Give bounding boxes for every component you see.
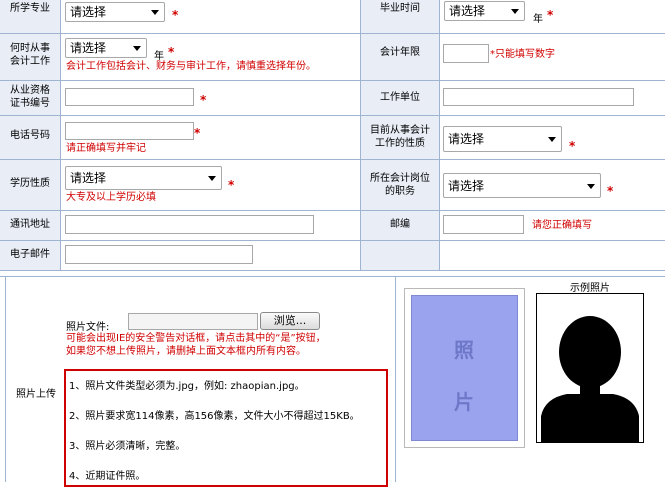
zip-note: 请您正确填写 — [532, 220, 592, 231]
employer-input[interactable] — [443, 88, 634, 106]
edu-nature-select[interactable]: 请选择 — [65, 166, 222, 190]
photo-rule-1: 1、照片文件类型必须为.jpg，例如: zhaopian.jpg。 — [69, 381, 305, 392]
required-mark: * — [172, 8, 179, 22]
photo-file-input[interactable] — [128, 313, 258, 330]
required-mark: * — [194, 126, 201, 140]
work-years-select-value: 请选择 — [70, 41, 107, 55]
photo-preview-placeholder: 照 片 — [411, 295, 518, 441]
photo-file-label: 照片文件: — [66, 322, 110, 333]
chevron-down-icon — [151, 10, 159, 15]
photo-warning-line1: 可能会出现IE的安全警告对话框，请点击其中的“是”按钮， — [66, 333, 326, 344]
grad-time-label: 毕业时间 — [380, 3, 420, 14]
phone-label: 电话号码 — [10, 130, 50, 141]
job-nature-label: 目前从事会计工作的性质 — [370, 125, 430, 149]
accounting-years-note: *只能填写数字 — [490, 49, 555, 60]
photo-rule-3: 3、照片必须清晰，完整。 — [69, 441, 186, 452]
edu-nature-note: 大专及以上学历必填 — [66, 192, 156, 203]
grad-year-unit: 年 — [533, 14, 543, 25]
sample-photo-title: 示例照片 — [570, 283, 610, 294]
grad-time-select[interactable]: 请选择 — [444, 1, 525, 21]
email-input[interactable] — [65, 245, 253, 264]
job-nature-select[interactable]: 请选择 — [443, 126, 562, 152]
accounting-years-label: 会计年限 — [380, 47, 420, 58]
position-select-value: 请选择 — [448, 179, 485, 193]
address-input[interactable] — [65, 215, 314, 234]
photo-preview-frame: 照 片 — [404, 288, 525, 448]
sample-photo — [536, 293, 644, 443]
job-nature-select-value: 请选择 — [448, 132, 485, 146]
person-silhouette-icon — [541, 316, 639, 442]
grad-time-select-value: 请选择 — [449, 4, 486, 18]
work-years-label: 何时从事会计工作 — [10, 43, 50, 67]
edu-nature-select-value: 请选择 — [70, 171, 107, 185]
photo-rules-box: 1、照片文件类型必须为.jpg，例如: zhaopian.jpg。 2、照片要求… — [64, 369, 388, 487]
position-select[interactable]: 请选择 — [443, 173, 601, 198]
photo-warning-line2: 如果您不想上传照片，请删掉上面文本框内所有内容。 — [66, 346, 306, 357]
chevron-down-icon — [587, 184, 595, 189]
required-mark: * — [547, 8, 554, 22]
email-label: 电子邮件 — [10, 249, 50, 260]
photo-rule-4: 4、近期证件照。 — [69, 471, 146, 482]
browse-button[interactable]: 浏览... — [260, 312, 320, 330]
zip-label: 邮编 — [390, 219, 410, 230]
work-years-note: 会计工作包括会计、财务与审计工作，请慎重选择年份。 — [66, 61, 316, 72]
edu-nature-label: 学历性质 — [10, 178, 50, 189]
browse-button-label: 浏览... — [273, 314, 307, 327]
phone-note: 请正确填写并牢记 — [66, 143, 146, 154]
required-mark: * — [168, 45, 175, 59]
chevron-down-icon — [133, 46, 141, 51]
cert-no-label: 从业资格证书编号 — [10, 85, 50, 109]
chevron-down-icon — [511, 9, 519, 14]
chevron-down-icon — [548, 137, 556, 142]
major-select-value: 请选择 — [70, 5, 107, 19]
photo-rule-2: 2、照片要求宽114像素，高156像素，文件大小不得超过15KB。 — [69, 411, 360, 422]
required-mark: * — [200, 93, 207, 107]
major-label: 所学专业 — [10, 3, 50, 14]
cert-no-input[interactable] — [65, 88, 194, 106]
major-select[interactable]: 请选择 — [65, 2, 165, 22]
required-mark: * — [228, 178, 235, 192]
chevron-down-icon — [208, 176, 216, 181]
work-years-select[interactable]: 请选择 — [65, 38, 147, 58]
zip-input[interactable] — [443, 215, 524, 234]
phone-input[interactable] — [65, 122, 194, 140]
work-year-unit: 年 — [154, 51, 164, 62]
address-label: 通讯地址 — [10, 219, 50, 230]
employer-label: 工作单位 — [380, 92, 420, 103]
position-label: 所在会计岗位的职务 — [370, 173, 430, 197]
required-mark: * — [569, 139, 576, 153]
photo-section-label: 照片上传 — [16, 389, 56, 400]
accounting-years-input[interactable] — [443, 44, 489, 63]
photo-placeholder-char-1: 照 — [454, 338, 474, 362]
photo-placeholder-char-2: 片 — [454, 390, 474, 414]
required-mark: * — [607, 184, 614, 198]
